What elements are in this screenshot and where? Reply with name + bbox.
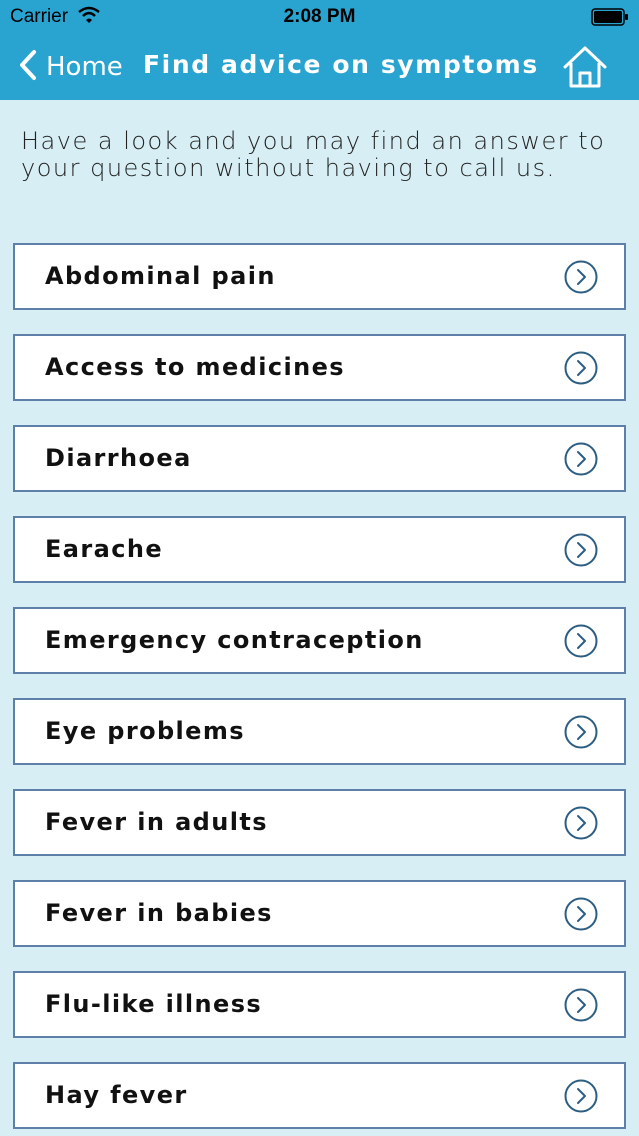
symptom-item[interactable]: Diarrhoea <box>13 425 626 492</box>
symptom-label: Emergency contraception <box>45 626 424 654</box>
navigation-bar: Home Find advice on symptoms <box>0 34 639 100</box>
symptom-label: Abdominal pain <box>45 262 276 290</box>
chevron-right-circle-icon <box>564 624 598 658</box>
page-title: Find advice on symptoms <box>143 50 539 79</box>
symptom-item[interactable]: Earache <box>13 516 626 583</box>
symptom-label: Flu-like illness <box>45 990 263 1018</box>
chevron-right-circle-icon <box>564 897 598 931</box>
chevron-right-circle-icon <box>564 260 598 294</box>
symptom-label: Eye problems <box>45 717 245 745</box>
back-label: Home <box>46 52 123 82</box>
symptom-label: Diarrhoea <box>45 444 192 472</box>
symptom-item[interactable]: Access to medicines <box>13 334 626 401</box>
chevron-right-circle-icon <box>564 806 598 840</box>
symptom-label: Fever in babies <box>45 899 273 927</box>
symptom-label: Earache <box>45 535 164 563</box>
symptom-item[interactable]: Fever in adults <box>13 789 626 856</box>
symptom-item[interactable]: Eye problems <box>13 698 626 765</box>
battery-icon <box>591 8 629 32</box>
chevron-right-circle-icon <box>564 442 598 476</box>
home-button[interactable] <box>561 43 609 91</box>
chevron-left-icon <box>18 49 38 85</box>
intro-text: Have a look and you may find an answer t… <box>21 127 606 182</box>
symptom-label: Hay fever <box>45 1081 188 1109</box>
symptom-item[interactable]: Abdominal pain <box>13 243 626 310</box>
status-bar: Carrier 2:08 PM <box>0 0 639 34</box>
symptom-label: Fever in adults <box>45 808 268 836</box>
chevron-right-circle-icon <box>564 715 598 749</box>
chevron-right-circle-icon <box>564 533 598 567</box>
chevron-right-circle-icon <box>564 1079 598 1113</box>
chevron-right-circle-icon <box>564 351 598 385</box>
symptom-item[interactable]: Flu-like illness <box>13 971 626 1038</box>
home-icon <box>563 46 607 88</box>
chevron-right-circle-icon <box>564 988 598 1022</box>
symptom-item[interactable]: Fever in babies <box>13 880 626 947</box>
clock: 2:08 PM <box>283 6 356 27</box>
symptom-item[interactable]: Hay fever <box>13 1062 626 1129</box>
symptom-item[interactable]: Emergency contraception <box>13 607 626 674</box>
symptom-label: Access to medicines <box>45 353 345 381</box>
back-button[interactable]: Home <box>18 48 123 86</box>
